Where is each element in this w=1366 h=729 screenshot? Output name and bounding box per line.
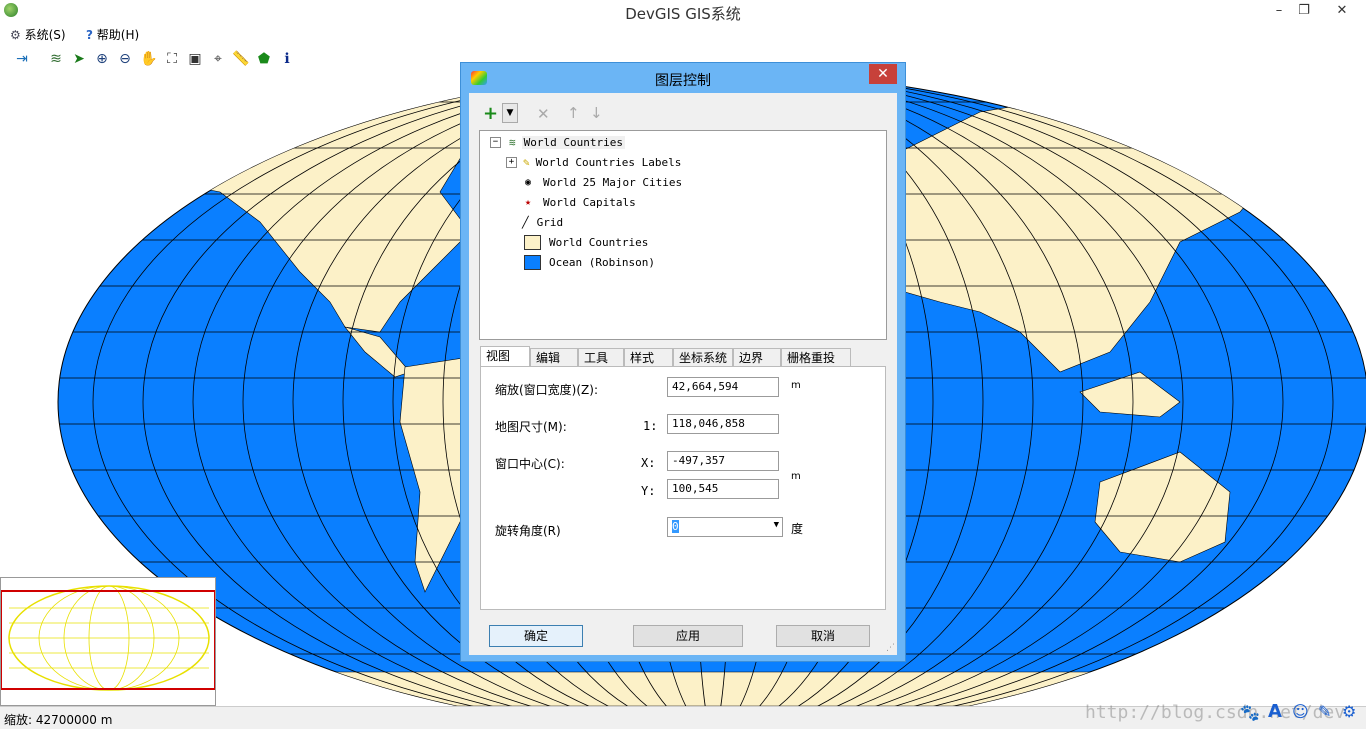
- label-layer-icon: ✎: [523, 155, 530, 169]
- overview-map-canvas: [0, 585, 216, 691]
- dialog-close-button[interactable]: ✕: [869, 64, 897, 84]
- close-button[interactable]: ✕: [1318, 0, 1366, 21]
- scale-label: 缩放(窗口宽度)(Z):: [495, 383, 598, 397]
- crosshair-icon[interactable]: ⌖: [208, 49, 228, 69]
- window-title: DevGIS GIS系统: [625, 5, 741, 23]
- tab-style[interactable]: 样式: [624, 348, 673, 366]
- measure-icon[interactable]: 📏: [231, 49, 251, 69]
- tree-node-countries[interactable]: World Countries: [524, 233, 648, 251]
- center-x-prefix: X:: [641, 456, 656, 470]
- center-x-field[interactable]: -497,357: [667, 451, 779, 471]
- tab-coordinate-system[interactable]: 坐标系统: [673, 348, 733, 366]
- scale-unit: m: [791, 380, 801, 391]
- collapse-icon[interactable]: −: [490, 136, 501, 148]
- layer-control-dialog: 图层控制 ✕ + ▼ ✕ ↑ ↓ − ≋ World Countries + ✎…: [460, 62, 906, 662]
- rotation-unit: 度: [791, 522, 804, 536]
- tab-raster-reprojection[interactable]: 栅格重投影: [781, 348, 851, 383]
- menu-help-label: 帮助(H): [96, 28, 140, 42]
- toolbar: ⇥ ≋ ➤ ⊕ ⊖ ✋ ⛶ ▣ ⌖ 📏 ⬟ ℹ: [0, 47, 302, 71]
- tab-edit[interactable]: 编辑: [530, 348, 578, 366]
- tree-node-ocean[interactable]: Ocean (Robinson): [524, 253, 655, 271]
- add-layer-dropdown-icon[interactable]: ▼: [502, 103, 518, 123]
- fill-symbol-icon: [524, 254, 541, 270]
- pen-icon[interactable]: ✎: [1318, 702, 1331, 721]
- tree-node-label: World Countries: [521, 135, 625, 149]
- view-tab-panel: 缩放(窗口宽度)(Z): 42,664,594 m 地图尺寸(M): 1: 11…: [480, 366, 886, 610]
- pan-hand-icon[interactable]: ✋: [139, 49, 159, 69]
- tree-node-label: World 25 Major Cities: [543, 175, 683, 189]
- zoom-full-icon[interactable]: ▣: [185, 49, 205, 69]
- menu-help[interactable]: ? 帮助(H): [86, 26, 139, 43]
- tree-node-grid[interactable]: ╱ Grid: [522, 213, 563, 231]
- dialog-body: + ▼ ✕ ↑ ↓ − ≋ World Countries + ✎ World …: [469, 93, 897, 655]
- rotation-label: 旋转角度(R): [495, 524, 561, 538]
- expand-icon[interactable]: +: [506, 156, 517, 168]
- menu-bar: ⚙ 系统(S) ? 帮助(H): [0, 23, 1366, 45]
- menu-system-label: 系统(S): [24, 28, 66, 42]
- dialog-title: 图层控制: [655, 73, 711, 89]
- add-layer-icon[interactable]: +: [483, 103, 498, 124]
- city-point-icon: ◉: [525, 176, 532, 188]
- select-arrow-icon[interactable]: ➤: [69, 49, 89, 69]
- tree-node-labels[interactable]: + ✎ World Countries Labels: [506, 153, 681, 171]
- tree-node-label: World Capitals: [543, 195, 636, 209]
- tab-tools[interactable]: 工具: [578, 348, 624, 366]
- rotation-select[interactable]: 0 ▼: [667, 517, 783, 537]
- scale-status: 缩放: 42700000 m: [4, 713, 113, 727]
- tree-node-label: Ocean (Robinson): [549, 255, 655, 269]
- map-size-field[interactable]: 118,046,858: [667, 414, 779, 434]
- layer-group-icon: ≋: [509, 135, 516, 149]
- remove-layer-icon[interactable]: ✕: [537, 105, 550, 123]
- exit-icon[interactable]: ⇥: [12, 49, 32, 69]
- dialog-title-bar[interactable]: 图层控制 ✕: [461, 63, 905, 93]
- ok-button[interactable]: 确定: [489, 625, 583, 647]
- tree-node-label: World Countries: [549, 235, 649, 249]
- zoom-extent-icon[interactable]: ⛶: [162, 49, 182, 69]
- tab-view[interactable]: 视图: [480, 346, 530, 367]
- center-unit: m: [791, 471, 801, 482]
- maximize-button[interactable]: ❐: [1292, 0, 1316, 21]
- title-bar: DevGIS GIS系统 – ❐ ✕: [0, 0, 1366, 23]
- polygon-icon[interactable]: ⬟: [254, 49, 274, 69]
- line-symbol-icon: ╱: [522, 215, 529, 229]
- overview-map[interactable]: [0, 577, 216, 706]
- move-up-icon[interactable]: ↑: [567, 104, 580, 122]
- center-y-prefix: Y:: [641, 484, 656, 498]
- center-y-field[interactable]: 100,545: [667, 479, 779, 499]
- scale-field[interactable]: 42,664,594: [667, 377, 779, 397]
- map-size-label: 地图尺寸(M):: [495, 420, 567, 434]
- rotation-value: 0: [672, 520, 679, 533]
- tree-node-capitals[interactable]: ★ World Capitals: [525, 193, 636, 211]
- map-size-prefix: 1:: [643, 419, 658, 433]
- fill-symbol-icon: [524, 234, 541, 250]
- help-icon: ?: [86, 28, 93, 42]
- info-icon[interactable]: ℹ: [277, 49, 297, 69]
- cancel-button[interactable]: 取消: [776, 625, 870, 647]
- chevron-down-icon: ▼: [773, 520, 779, 530]
- capital-star-icon: ★: [525, 196, 532, 208]
- apply-button[interactable]: 应用: [633, 625, 743, 647]
- resize-grip-icon[interactable]: ⋰: [886, 643, 895, 653]
- settings-icon[interactable]: ⚙: [1342, 702, 1356, 721]
- tree-node-cities[interactable]: ◉ World 25 Major Cities: [525, 173, 682, 191]
- menu-system[interactable]: ⚙ 系统(S): [10, 26, 66, 43]
- minimize-button[interactable]: –: [1268, 0, 1290, 21]
- zoom-in-icon[interactable]: ⊕: [92, 49, 112, 69]
- font-icon[interactable]: A: [1268, 701, 1282, 722]
- layers-icon[interactable]: ≋: [46, 49, 66, 69]
- system-tray: 🐾 A ☺ ✎ ⚙: [1232, 700, 1366, 728]
- tab-boundary[interactable]: 边界: [733, 348, 781, 366]
- tree-node-label: World Countries Labels: [535, 155, 682, 169]
- smile-icon[interactable]: ☺: [1292, 702, 1309, 721]
- tree-node-label: Grid: [536, 215, 564, 229]
- paw-icon[interactable]: 🐾: [1240, 703, 1260, 722]
- layer-tree[interactable]: − ≋ World Countries + ✎ World Countries …: [479, 130, 887, 340]
- window-center-label: 窗口中心(C):: [495, 457, 565, 471]
- wrench-icon: ⚙: [10, 28, 21, 42]
- zoom-out-icon[interactable]: ⊖: [115, 49, 135, 69]
- tree-node-group[interactable]: − ≋ World Countries: [490, 133, 625, 151]
- move-down-icon[interactable]: ↓: [590, 104, 603, 122]
